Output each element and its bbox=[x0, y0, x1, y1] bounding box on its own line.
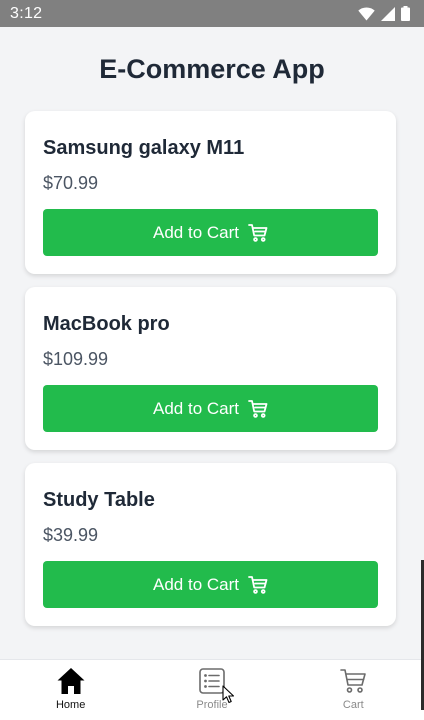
cart-icon bbox=[248, 223, 268, 242]
cart-icon bbox=[248, 575, 268, 594]
mouse-cursor-icon bbox=[222, 685, 235, 709]
battery-icon bbox=[401, 6, 410, 21]
product-price: $70.99 bbox=[43, 173, 99, 193]
cart-icon bbox=[339, 667, 367, 695]
nav-item-home[interactable]: Home bbox=[0, 660, 141, 720]
product-name: Samsung galaxy M11 bbox=[43, 137, 245, 159]
nav-item-cart[interactable]: Cart bbox=[283, 660, 424, 720]
product-name: Study Table bbox=[43, 489, 155, 511]
app-screen: 3:12 E-Commerce App Samsung galaxy M11 $… bbox=[0, 0, 424, 720]
page-title: E-Commerce App bbox=[99, 54, 325, 84]
cart-icon bbox=[248, 399, 268, 418]
signal-icon bbox=[381, 6, 395, 21]
product-card: Samsung galaxy M11 $70.99 Add to Cart bbox=[25, 111, 396, 274]
add-to-cart-button[interactable]: Add to Cart bbox=[43, 561, 378, 608]
product-price: $109.99 bbox=[43, 349, 109, 369]
status-icons bbox=[358, 6, 410, 21]
add-to-cart-label: Add to Cart bbox=[153, 398, 239, 418]
wifi-icon bbox=[358, 7, 375, 21]
product-name: MacBook pro bbox=[43, 313, 170, 335]
nav-label-cart: Cart bbox=[342, 699, 364, 711]
product-card: MacBook pro $109.99 Add to Cart bbox=[25, 287, 396, 450]
nav-label-home: Home bbox=[55, 699, 86, 711]
status-time: 3:12 bbox=[10, 4, 43, 22]
product-price: $39.99 bbox=[43, 525, 99, 545]
product-list: Samsung galaxy M11 $70.99 Add to Cart Ma… bbox=[25, 111, 396, 639]
add-to-cart-button[interactable]: Add to Cart bbox=[43, 385, 378, 432]
product-card: Study Table $39.99 Add to Cart bbox=[25, 463, 396, 626]
add-to-cart-label: Add to Cart bbox=[153, 574, 239, 594]
bottom-nav: Home Profile Cart bbox=[0, 659, 424, 720]
add-to-cart-button[interactable]: Add to Cart bbox=[43, 209, 378, 256]
nav-item-profile[interactable]: Profile bbox=[141, 660, 282, 720]
home-icon bbox=[56, 667, 86, 695]
status-bar: 3:12 bbox=[0, 0, 424, 27]
add-to-cart-label: Add to Cart bbox=[153, 222, 239, 242]
